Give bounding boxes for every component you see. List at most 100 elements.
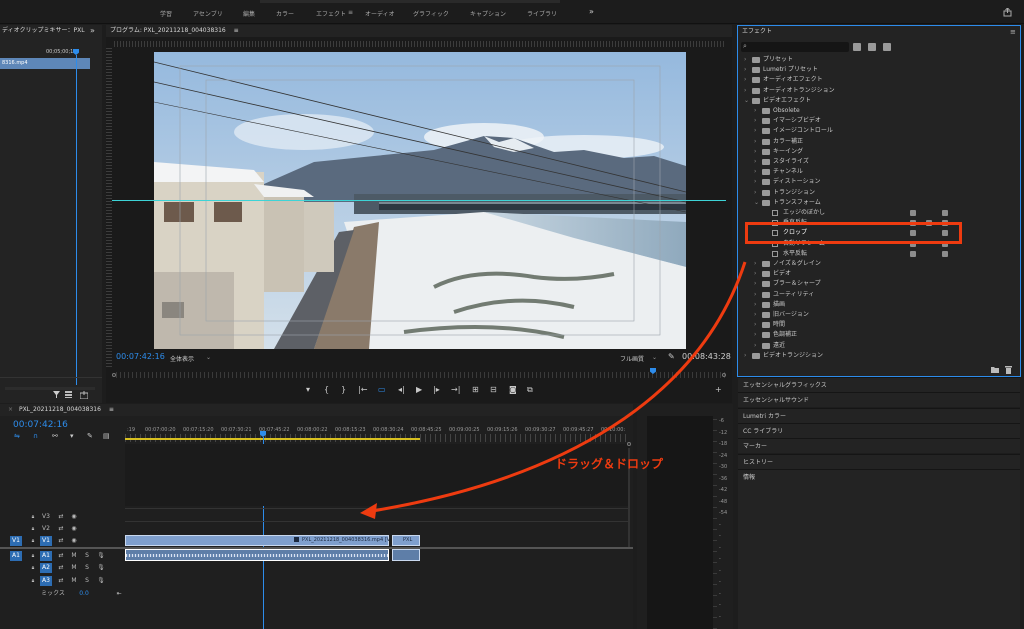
- video-clip[interactable]: PXL_20211218_004038316.mp4 [V: [125, 535, 390, 546]
- panel-stack-item[interactable]: エッセンシャルグラフィックス: [738, 377, 1020, 392]
- effects-row[interactable]: 水平反転: [738, 249, 1020, 259]
- track-target[interactable]: A1: [40, 551, 52, 561]
- effects-row[interactable]: › Obsolete: [738, 106, 1020, 116]
- track-header-a2[interactable]: 🔒︎ A2 ⇄ M S 🎙︎: [8, 562, 124, 574]
- comparison-view-icon[interactable]: ⧉: [527, 385, 533, 395]
- chevron-right-icon[interactable]: ›: [754, 320, 756, 330]
- export-frame-icon[interactable]: ◙: [509, 385, 517, 394]
- track-header-v2[interactable]: 🔒︎ V2 ⇄ ◉: [8, 523, 124, 535]
- track-target[interactable]: V3: [40, 512, 52, 522]
- toggle-output-eye-icon[interactable]: ◉: [70, 536, 78, 546]
- voice-over-record-icon[interactable]: 🎙︎: [97, 563, 105, 573]
- effects-row[interactable]: › イマーシブビデオ: [738, 116, 1020, 126]
- workspace-tab-audio[interactable]: オーディオ: [365, 9, 395, 18]
- lock-track-icon[interactable]: 🔒︎: [29, 563, 37, 573]
- effects-row[interactable]: › ブラー＆シャープ: [738, 279, 1020, 289]
- mute-button[interactable]: M: [70, 563, 78, 573]
- snap-icon[interactable]: ∩: [33, 432, 38, 440]
- step-forward-icon[interactable]: |▸: [433, 385, 440, 394]
- chevron-down-icon[interactable]: ⌄: [744, 96, 749, 106]
- audio-clip-2[interactable]: [392, 549, 420, 561]
- chevron-right-icon[interactable]: ›: [754, 188, 756, 198]
- chevron-down-icon[interactable]: ⌄: [754, 198, 759, 208]
- effects-row[interactable]: › 描画: [738, 300, 1020, 310]
- effects-row[interactable]: › チャンネル: [738, 167, 1020, 177]
- chevron-right-icon[interactable]: ›: [754, 116, 756, 126]
- chevron-right-icon[interactable]: ›: [754, 177, 756, 187]
- horizontal-guide[interactable]: [112, 200, 726, 201]
- effects-row[interactable]: › 色調補正: [738, 330, 1020, 340]
- effects-row[interactable]: › イメージコントロール: [738, 126, 1020, 136]
- timeline-menu-icon[interactable]: ≡: [109, 406, 114, 413]
- more-workspaces-icon[interactable]: »: [589, 7, 594, 16]
- mark-out-icon[interactable]: }: [341, 385, 346, 394]
- panel-stack-item[interactable]: ヒストリー: [738, 453, 1020, 469]
- source-patch-v1[interactable]: V1: [10, 536, 22, 546]
- mix-volume-value[interactable]: 0.0: [78, 589, 90, 599]
- accelerated-effects-filter-icon[interactable]: [853, 43, 861, 51]
- lift-icon[interactable]: ⊞: [472, 385, 479, 394]
- quality-chevron-icon[interactable]: ⌄: [652, 354, 657, 361]
- program-monitor-title[interactable]: プログラム: PXL_20211218_004038316: [110, 27, 226, 34]
- effects-row[interactable]: › オーディオトランジション: [738, 86, 1020, 96]
- safe-margins-icon[interactable]: ▭: [378, 385, 386, 394]
- chevron-right-icon[interactable]: ›: [754, 341, 756, 351]
- chevron-right-icon[interactable]: ›: [754, 137, 756, 147]
- go-to-out-icon[interactable]: →|: [451, 385, 460, 394]
- filter-icon[interactable]: [53, 391, 60, 398]
- sync-lock-icon[interactable]: ⇄: [57, 536, 65, 546]
- effects-row[interactable]: ⌄ トランスフォーム: [738, 198, 1020, 208]
- sync-lock-icon[interactable]: ⇄: [57, 576, 65, 586]
- mark-in-icon[interactable]: {: [324, 385, 329, 394]
- panel-stack-item[interactable]: Lumetri カラー: [738, 407, 1020, 423]
- panel-stack-item[interactable]: 情報: [738, 468, 1020, 484]
- captions-icon[interactable]: ▤: [103, 432, 110, 440]
- lock-track-icon[interactable]: 🔒︎: [29, 512, 37, 522]
- solo-button[interactable]: S: [83, 551, 91, 561]
- toggle-output-eye-icon[interactable]: ◉: [70, 512, 78, 522]
- extract-icon[interactable]: ⊟: [490, 385, 497, 394]
- share-icon[interactable]: [1003, 8, 1012, 17]
- workspace-tab-learn[interactable]: 学習: [160, 9, 172, 18]
- chevron-right-icon[interactable]: ›: [754, 330, 756, 340]
- panel-expand-icon[interactable]: »: [90, 26, 95, 35]
- effects-search-input[interactable]: [751, 43, 845, 51]
- chevron-right-icon[interactable]: ›: [744, 55, 746, 65]
- chevron-right-icon[interactable]: ›: [744, 86, 746, 96]
- sync-lock-icon[interactable]: ⇄: [57, 563, 65, 573]
- workspace-tab-effects[interactable]: エフェクト: [316, 9, 346, 18]
- scrub-in-handle[interactable]: [112, 373, 116, 377]
- effects-search-field[interactable]: ⌕: [741, 42, 849, 52]
- source-patch-a1[interactable]: A1: [10, 551, 22, 561]
- chevron-right-icon[interactable]: ›: [754, 310, 756, 320]
- workspace-menu-icon[interactable]: ≡: [348, 9, 353, 16]
- chevron-right-icon[interactable]: ›: [754, 259, 756, 269]
- track-header-a1[interactable]: A1 🔒︎ A1 ⇄ M S 🎙︎: [8, 550, 124, 562]
- yuv-effects-filter-icon[interactable]: [883, 43, 891, 51]
- delete-icon[interactable]: [1005, 366, 1012, 374]
- effects-row[interactable]: › ディストーション: [738, 177, 1020, 187]
- workspace-tab-graphics[interactable]: グラフィック: [413, 9, 449, 18]
- quality-select[interactable]: フル画質: [620, 354, 644, 363]
- zoom-chevron-icon[interactable]: ⌄: [206, 354, 211, 361]
- insert-overwrite-icon[interactable]: ⇋: [14, 432, 20, 440]
- chevron-right-icon[interactable]: ›: [754, 106, 756, 116]
- panel-stack-item[interactable]: エッセンシャルサウンド: [738, 392, 1020, 408]
- workspace-tab-edit[interactable]: 編集: [243, 9, 255, 18]
- effects-row[interactable]: › ビデオ: [738, 269, 1020, 279]
- step-back-icon[interactable]: ◂|: [398, 385, 405, 394]
- new-item-icon[interactable]: [80, 391, 88, 399]
- track-header-v1[interactable]: V1 🔒︎ V1 ⇄ ◉: [8, 535, 124, 547]
- workspace-tab-libraries[interactable]: ライブラリ: [527, 9, 557, 18]
- chevron-right-icon[interactable]: ›: [754, 279, 756, 289]
- chevron-right-icon[interactable]: ›: [754, 157, 756, 167]
- chevron-right-icon[interactable]: ›: [754, 167, 756, 177]
- chevron-right-icon[interactable]: ›: [744, 65, 746, 75]
- work-area-bar[interactable]: [125, 438, 420, 440]
- chevron-right-icon[interactable]: ›: [754, 269, 756, 279]
- zoom-select[interactable]: 全体表示: [170, 354, 194, 363]
- effects-panel-menu-icon[interactable]: ≡: [1010, 28, 1016, 36]
- track-target[interactable]: A2: [40, 563, 52, 573]
- mute-button[interactable]: M: [70, 576, 78, 586]
- toggle-output-eye-icon[interactable]: ◉: [70, 524, 78, 534]
